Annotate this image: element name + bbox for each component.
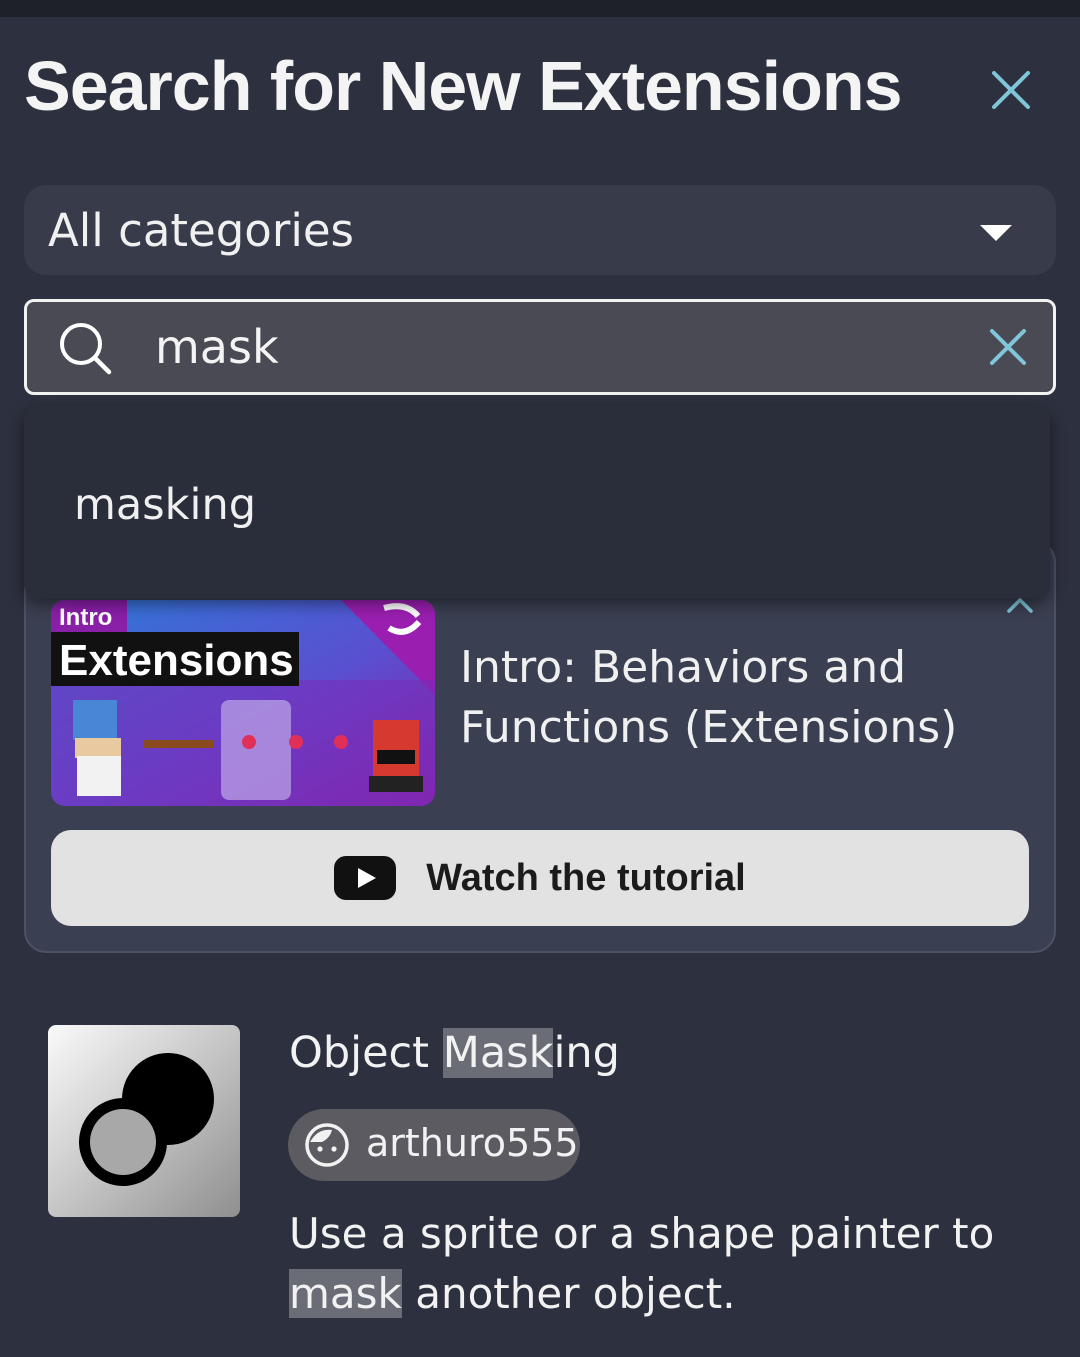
extension-description-start: Use a sprite or a shape painter to [289,1209,995,1258]
youtube-icon [334,856,397,900]
close-button[interactable] [985,64,1037,116]
tutorial-thumbnail[interactable]: Intro Extensions [51,600,435,806]
category-selected-value: All categories [48,203,354,257]
extension-name-match: Mask [442,1028,554,1078]
search-field[interactable] [24,299,1056,395]
avatar-icon [305,1123,349,1167]
close-icon [992,71,1030,109]
top-bar [0,0,1080,17]
extension-description: Use a sprite or a shape painter to mask … [289,1204,1049,1324]
suggestion-label: masking [74,480,257,530]
search-input[interactable] [155,320,935,374]
watch-tutorial-button[interactable]: Watch the tutorial [51,830,1029,926]
suggestion-option[interactable]: masking [24,460,1050,546]
object-masking-icon [79,1053,214,1186]
extension-description-match: mask [289,1269,402,1318]
extension-name-end: ing [553,1028,620,1078]
clear-search-button[interactable] [985,324,1031,370]
search-suggestions: masking [24,406,1050,598]
extension-icon[interactable] [48,1025,240,1217]
search-icon [60,323,112,375]
author-chip[interactable]: arthuro555 [288,1109,580,1181]
extension-description-end: another object. [401,1269,736,1318]
extension-name[interactable]: Object Masking [289,1028,620,1078]
tutorial-title: Intro: Behaviors and Functions (Extensio… [460,642,958,753]
clear-icon [990,329,1026,365]
thumbnail-badge-text: Intro [59,604,112,631]
tutorial-thumbnail-image: Intro Extensions [51,600,435,806]
watch-tutorial-label: Watch the tutorial [426,856,746,899]
author-name: arthuro555 [366,1121,579,1165]
thumbnail-heading-text: Extensions [59,636,294,685]
extension-name-start: Object [289,1028,443,1078]
dialog-title: Search for New Extensions [24,47,903,125]
category-select[interactable]: All categories [24,185,1056,275]
chevron-up-icon[interactable] [1006,596,1034,614]
caret-down-icon [980,225,1012,241]
